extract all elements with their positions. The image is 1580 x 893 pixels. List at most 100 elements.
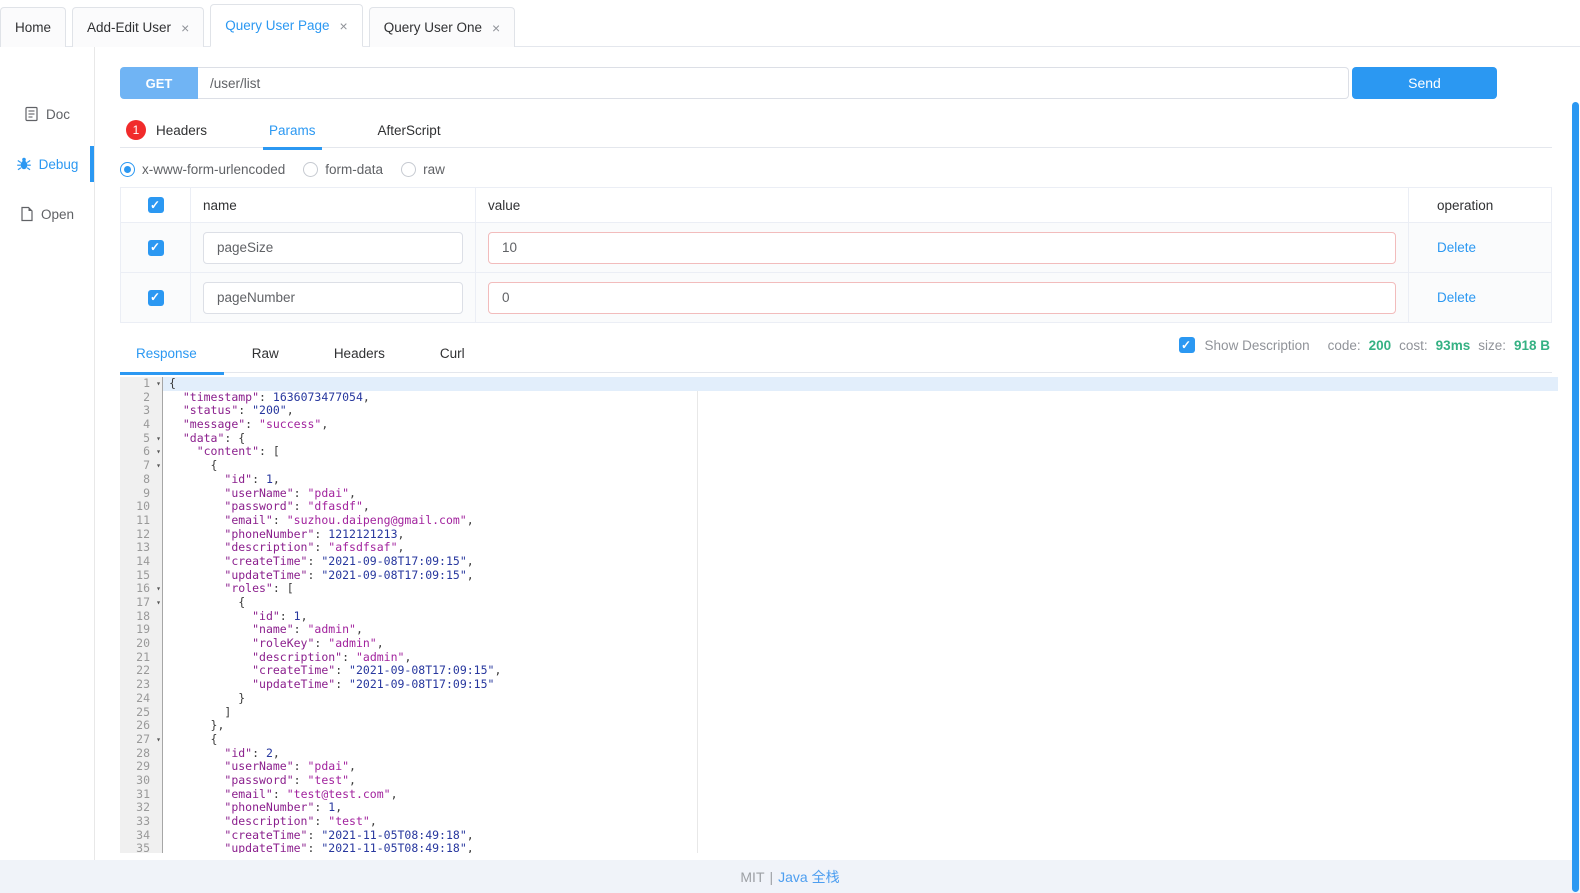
tab-label: Headers	[156, 123, 207, 138]
param-row-pagenumber: Delete	[121, 273, 1551, 323]
body-type-option-form-data: form-data	[303, 162, 383, 177]
json-line: 14 "createTime": "2021-09-08T17:09:15",	[120, 555, 1558, 569]
param-name-input[interactable]	[203, 282, 463, 314]
params-table: name value operation DeleteDelete	[120, 187, 1552, 323]
tab-params[interactable]: Params	[263, 123, 322, 150]
window-tab-add-edit-user[interactable]: Add-Edit User ×	[72, 7, 204, 47]
param-value-input[interactable]	[488, 232, 1396, 264]
delete-param-button[interactable]: Delete	[1437, 240, 1476, 255]
sidebar-item-label: Debug	[39, 157, 79, 172]
json-line: 1▾{	[120, 377, 1558, 391]
json-line-number: 18	[120, 610, 163, 624]
json-line-code: "roles": [	[163, 582, 1558, 596]
response-tab-headers[interactable]: Headers	[318, 346, 412, 375]
param-value-input[interactable]	[488, 282, 1396, 314]
delete-param-button[interactable]: Delete	[1437, 290, 1476, 305]
json-line-code: "roleKey": "admin",	[163, 637, 1558, 651]
json-line-number: 1▾	[120, 377, 163, 391]
json-line-number: 5▾	[120, 432, 163, 446]
json-line: 10 "password": "dfasdf",	[120, 500, 1558, 514]
json-line-number: 20	[120, 637, 163, 651]
json-line-number: 14	[120, 555, 163, 569]
json-line: 4 "message": "success",	[120, 418, 1558, 432]
window-tab-query-user-one[interactable]: Query User One ×	[369, 7, 515, 47]
close-icon[interactable]: ×	[340, 19, 348, 33]
json-line: 15 "updateTime": "2021-09-08T17:09:15",	[120, 569, 1558, 583]
radio-label: x-www-form-urlencoded	[142, 162, 285, 177]
window-tab-home[interactable]: Home	[0, 7, 66, 47]
sidebar-item-debug[interactable]: Debug	[0, 139, 94, 189]
method-select[interactable]: GET	[120, 67, 198, 99]
stat-label-size: size:	[1478, 338, 1506, 353]
column-header-name: name	[191, 188, 476, 222]
window-tab-query-user-page[interactable]: Query User Page ×	[210, 4, 362, 47]
json-line-number: 16▾	[120, 582, 163, 596]
json-line-number: 35	[120, 842, 163, 853]
response-section-tabs: ResponseRawHeadersCurlShow Descriptionco…	[120, 336, 1552, 373]
window-tab-label: Home	[15, 20, 51, 35]
collapse-arrow-icon[interactable]: ▾	[156, 377, 161, 391]
response-tab-raw[interactable]: Raw	[236, 346, 306, 375]
collapse-arrow-icon[interactable]: ▾	[156, 432, 161, 446]
json-line-code: "timestamp": 1636073477054,	[163, 391, 1558, 405]
json-line: 2 "timestamp": 1636073477054,	[120, 391, 1558, 405]
json-line-code: "password": "dfasdf",	[163, 500, 1558, 514]
json-line-number: 12	[120, 528, 163, 542]
sidebar-item-open[interactable]: Open	[0, 189, 94, 239]
close-icon[interactable]: ×	[181, 21, 189, 35]
json-line-code: "password": "test",	[163, 774, 1558, 788]
sidebar-item-doc[interactable]: Doc	[0, 89, 94, 139]
send-button[interactable]: Send	[1352, 67, 1497, 99]
json-line: 24 }	[120, 692, 1558, 706]
tab-afterscript[interactable]: AfterScript	[372, 123, 447, 150]
json-line-code: "id": 1,	[163, 610, 1558, 624]
window-tab-label: Query User One	[384, 20, 482, 35]
sidebar-item-label: Doc	[46, 107, 70, 122]
json-line: 13 "description": "afsdfsaf",	[120, 541, 1558, 555]
radio-x-www-form-urlencoded[interactable]	[120, 162, 135, 177]
row-checkbox[interactable]	[148, 240, 164, 256]
tab-headers[interactable]: 1Headers	[120, 120, 213, 152]
json-line: 20 "roleKey": "admin",	[120, 637, 1558, 651]
radio-form-data[interactable]	[303, 162, 318, 177]
json-line: 22 "createTime": "2021-09-08T17:09:15",	[120, 664, 1558, 678]
footer-link[interactable]: Java 全栈	[778, 867, 839, 887]
window-tab-bar: HomeAdd-Edit User×Query User Page×Query …	[0, 0, 1580, 47]
collapse-arrow-icon[interactable]: ▾	[156, 733, 161, 747]
vertical-scrollbar-thumb[interactable]	[1572, 102, 1579, 892]
collapse-arrow-icon[interactable]: ▾	[156, 459, 161, 473]
json-line-code: "message": "success",	[163, 418, 1558, 432]
url-input[interactable]	[198, 67, 1349, 99]
json-line-number: 24	[120, 692, 163, 706]
stat-label-code: code:	[1328, 338, 1361, 353]
sidebar-item-label: Open	[41, 207, 74, 222]
row-checkbox[interactable]	[148, 290, 164, 306]
json-line: 16▾ "roles": [	[120, 582, 1558, 596]
tab-label: Params	[269, 123, 316, 138]
json-line: 8 "id": 1,	[120, 473, 1558, 487]
body-type-selector: x-www-form-urlencoded form-data raw	[120, 162, 1552, 177]
json-line: 18 "id": 1,	[120, 610, 1558, 624]
json-line: 11 "email": "suzhou.daipeng@gmail.com",	[120, 514, 1558, 528]
json-line-number: 3	[120, 404, 163, 418]
window-tab-label: Add-Edit User	[87, 20, 171, 35]
show-description-checkbox[interactable]	[1179, 337, 1195, 353]
json-line-number: 33	[120, 815, 163, 829]
collapse-arrow-icon[interactable]: ▾	[156, 582, 161, 596]
json-line-number: 34	[120, 829, 163, 843]
json-line-code: },	[163, 719, 1558, 733]
param-name-input[interactable]	[203, 232, 463, 264]
radio-label: raw	[423, 162, 445, 177]
close-icon[interactable]: ×	[492, 21, 500, 35]
select-all-checkbox[interactable]	[148, 197, 164, 213]
json-line-number: 10	[120, 500, 163, 514]
json-line: 9 "userName": "pdai",	[120, 487, 1558, 501]
response-tab-response[interactable]: Response	[120, 346, 224, 375]
radio-raw[interactable]	[401, 162, 416, 177]
json-line-number: 22	[120, 664, 163, 678]
collapse-arrow-icon[interactable]: ▾	[156, 445, 161, 459]
response-tab-curl[interactable]: Curl	[424, 346, 492, 375]
collapse-arrow-icon[interactable]: ▾	[156, 596, 161, 610]
json-line: 35 "updateTime": "2021-11-05T08:49:18",	[120, 842, 1558, 853]
window-tab-label: Query User Page	[225, 18, 329, 33]
